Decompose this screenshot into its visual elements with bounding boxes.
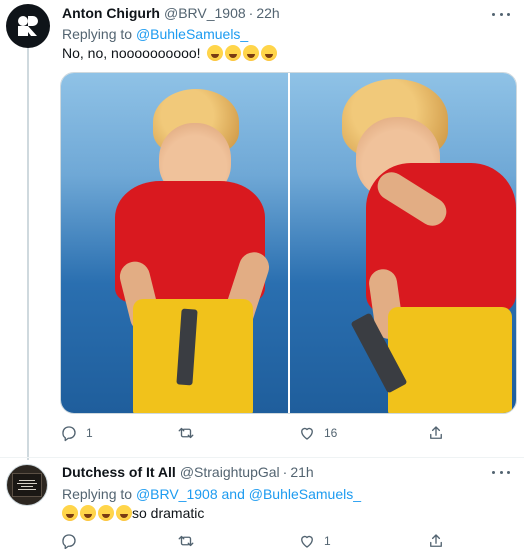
reply-button[interactable] (60, 532, 86, 549)
user-handle[interactable]: @BRV_1908 (164, 5, 246, 21)
rolling-on-floor-laughing-icon (116, 505, 132, 521)
more-options-icon[interactable] (492, 13, 510, 17)
avatar[interactable] (6, 464, 48, 506)
tweet-header: Anton Chigurh @BRV_1908 · 22h (62, 5, 280, 21)
heart-icon (301, 427, 313, 440)
reply-mention-link[interactable]: @BuhleSamuels_ (136, 26, 248, 42)
display-name[interactable]: Dutchess of It All (62, 464, 176, 480)
like-count: 1 (324, 534, 331, 548)
reply-count: 1 (86, 426, 93, 440)
timestamp[interactable]: 22h (256, 5, 279, 21)
replying-to-label: Replying to (62, 26, 133, 42)
retweet-icon (178, 427, 194, 439)
like-count: 16 (324, 426, 338, 440)
loudly-crying-face-icon (224, 45, 241, 61)
rolling-on-floor-laughing-icon (62, 505, 78, 521)
like-button[interactable]: 16 (298, 424, 337, 442)
child-pants (387, 307, 512, 413)
rolling-on-floor-laughing-icon (98, 505, 114, 521)
heart-icon (301, 535, 313, 548)
retweet-button[interactable] (177, 424, 203, 442)
tweet-text: so dramatic (62, 505, 204, 521)
user-handle[interactable]: @StraightupGal (180, 464, 280, 480)
replying-to-label: Replying to (62, 486, 133, 502)
media-photo-2[interactable] (289, 73, 516, 413)
reply-button[interactable]: 1 (60, 424, 93, 442)
reply-mention-link[interactable]: @BRV_1908 and @BuhleSamuels_ (136, 486, 361, 502)
replying-to: Replying to @BuhleSamuels_ (62, 26, 248, 42)
rolling-on-floor-laughing-icon (80, 505, 96, 521)
letterboard-icon (12, 473, 42, 497)
retweet-icon (178, 535, 194, 547)
share-icon (430, 534, 442, 547)
timestamp[interactable]: 21h (290, 464, 313, 480)
tweet-text-content: No, no, noooooooooo! (62, 45, 201, 61)
share-button[interactable] (427, 532, 445, 549)
loudly-crying-face-icon (206, 45, 223, 61)
loudly-crying-face-icon (260, 45, 277, 61)
media-photo-1[interactable] (61, 73, 288, 413)
tweet-text: No, no, noooooooooo! (62, 45, 277, 61)
reply-icon (62, 426, 76, 442)
loudly-crying-face-icon (242, 45, 259, 61)
retweet-button[interactable] (177, 532, 203, 549)
share-icon (430, 426, 442, 439)
replying-to: Replying to @BRV_1908 and @BuhleSamuels_ (62, 486, 361, 502)
tweet-header: Dutchess of It All @StraightupGal · 21h (62, 464, 314, 480)
avatar[interactable] (6, 4, 50, 48)
r-logo-icon (18, 16, 38, 36)
like-button[interactable]: 1 (298, 532, 331, 549)
display-name[interactable]: Anton Chigurh (62, 5, 160, 21)
separator-dot: · (282, 464, 288, 480)
tweet-text-content: so dramatic (132, 505, 205, 521)
more-options-icon[interactable] (492, 471, 510, 475)
share-button[interactable] (427, 424, 445, 442)
separator-dot: · (248, 5, 254, 21)
reply-icon (62, 534, 76, 549)
tweet-media[interactable] (60, 72, 517, 414)
